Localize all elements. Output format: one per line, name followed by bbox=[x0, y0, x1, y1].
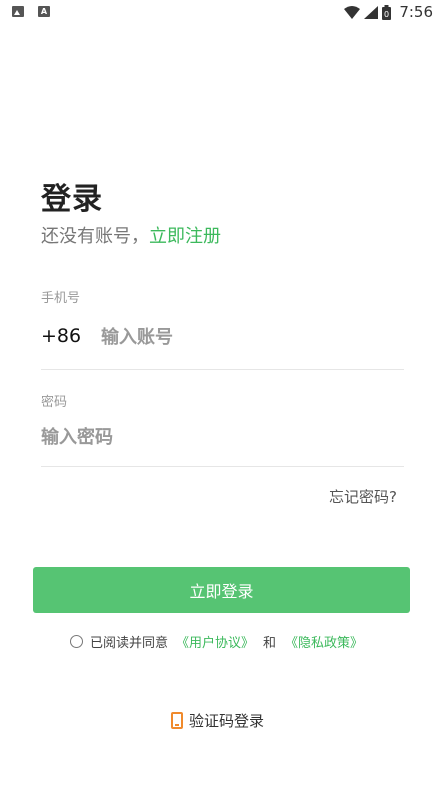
register-link[interactable]: 立即注册 bbox=[149, 226, 221, 247]
subtitle: 还没有账号，立即注册 bbox=[41, 222, 221, 248]
country-code[interactable]: +86 bbox=[41, 325, 81, 347]
agree-and-text: 和 bbox=[263, 636, 277, 651]
status-bar-left: A bbox=[12, 6, 50, 17]
page-title: 登录 bbox=[41, 182, 103, 217]
agreement-row: 已阅读并同意 《用户协议》 和 《隐私政策》 bbox=[70, 632, 365, 651]
phone-label: 手机号 bbox=[41, 291, 81, 306]
password-input[interactable] bbox=[41, 420, 401, 454]
mobile-phone-icon bbox=[171, 712, 183, 729]
login-button[interactable]: 立即登录 bbox=[33, 567, 410, 613]
battery-icon: 0 bbox=[382, 4, 392, 20]
svg-text:0: 0 bbox=[384, 10, 389, 19]
sms-login-button[interactable]: 验证码登录 bbox=[171, 710, 264, 731]
sms-login-label: 验证码登录 bbox=[189, 712, 265, 730]
forgot-password-link[interactable]: 忘记密码? bbox=[329, 486, 397, 507]
status-bar: A 0 7:56 bbox=[0, 0, 443, 26]
agree-radio[interactable] bbox=[70, 635, 83, 648]
image-icon bbox=[12, 6, 24, 17]
phone-divider bbox=[41, 369, 404, 370]
a-icon: A bbox=[38, 6, 50, 17]
account-input[interactable] bbox=[101, 320, 401, 354]
agree-text: 已阅读并同意 bbox=[90, 636, 169, 651]
wifi-icon bbox=[344, 5, 361, 19]
password-label: 密码 bbox=[41, 395, 68, 410]
password-divider bbox=[41, 466, 404, 467]
status-time: 7:56 bbox=[399, 3, 433, 21]
privacy-policy-link[interactable]: 《隐私政策》 bbox=[285, 632, 363, 651]
status-bar-right: 0 7:56 bbox=[344, 3, 433, 21]
user-agreement-link[interactable]: 《用户协议》 bbox=[176, 632, 254, 651]
signal-icon bbox=[364, 5, 379, 19]
subtitle-prefix: 还没有账号， bbox=[41, 226, 149, 247]
